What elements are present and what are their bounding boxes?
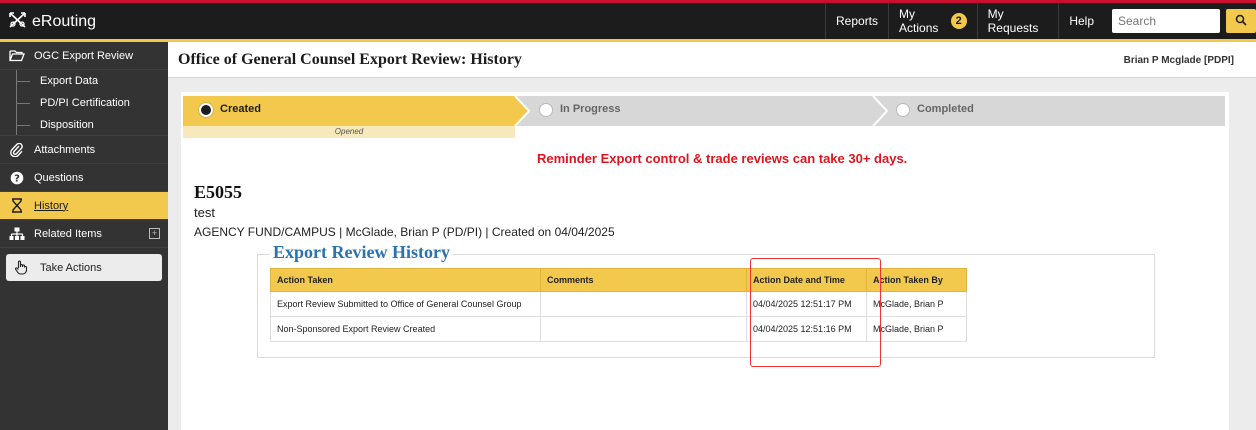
date-column-highlight-box [750, 258, 881, 367]
table-cell-comments [540, 316, 747, 342]
folder-open-icon [8, 49, 26, 62]
sitemap-icon [8, 227, 26, 241]
sidebar-subitem-export-data[interactable]: Export Data [0, 70, 168, 92]
history-title: Export Review History [270, 242, 453, 263]
sidebar-subitem-pdpi-certification[interactable]: PD/PI Certification [0, 92, 168, 114]
table-cell-by: McGlade, Brian P [866, 316, 967, 342]
title-bar: Office of General Counsel Export Review:… [168, 42, 1256, 78]
stage-completed-indicator [896, 103, 910, 117]
question-circle-icon: ? [8, 171, 26, 185]
sidebar-subitem-label: Disposition [40, 118, 94, 131]
app-name: eRouting [32, 13, 97, 30]
sidebar-subitem-disposition[interactable]: Disposition [0, 114, 168, 136]
my-actions-count-badge: 2 [950, 13, 967, 29]
table-cell-action: Export Review Submitted to Office of Gen… [270, 291, 541, 317]
stage-created-label: Created [220, 103, 261, 115]
table-cell-action: Non-Sponsored Export Review Created [270, 316, 541, 342]
paperclip-icon [8, 142, 26, 157]
stage-in-progress-label: In Progress [560, 103, 621, 115]
column-header[interactable]: Action Taken By [866, 268, 967, 292]
hourglass-icon [8, 198, 26, 213]
column-header[interactable]: Action Taken [270, 268, 541, 292]
svg-text:?: ? [14, 173, 20, 184]
workflow-progress: Created In Progress Completed [183, 96, 1225, 126]
hand-pointer-icon [14, 260, 32, 275]
nav-my-requests-label: My Requests [987, 7, 1039, 35]
sidebar-item-related-items[interactable]: Related Items + [0, 220, 168, 248]
take-actions-label: Take Actions [40, 261, 102, 274]
sidebar-item-label: OGC Export Review [34, 49, 134, 62]
take-actions-button[interactable]: Take Actions [6, 254, 162, 281]
column-header[interactable]: Comments [540, 268, 747, 292]
top-navigation: Reports My Actions 2 My Requests Help [825, 3, 1256, 39]
search-input[interactable] [1112, 9, 1220, 33]
sidebar-item-questions[interactable]: ? Questions [0, 164, 168, 192]
sidebar-item-history[interactable]: History [0, 192, 168, 220]
search-icon [1235, 14, 1247, 29]
stage-status-note: Opened [183, 126, 515, 138]
table-cell-by: McGlade, Brian P [866, 291, 967, 317]
table-cell-comments [540, 291, 747, 317]
record-description: test [194, 205, 215, 220]
main-area: Office of General Counsel Export Review:… [168, 42, 1256, 430]
sidebar-item-attachments[interactable]: Attachments [0, 136, 168, 164]
sidebar-subitem-label: PD/PI Certification [40, 97, 130, 109]
sidebar-item-label: Questions [34, 171, 84, 184]
app-brand[interactable]: eRouting [8, 9, 96, 35]
record-id: E5055 [194, 182, 243, 202]
nav-help-label: Help [1069, 14, 1094, 28]
nav-my-actions[interactable]: My Actions 2 [888, 3, 977, 39]
stage-created-indicator [199, 103, 213, 117]
nav-help[interactable]: Help [1058, 3, 1104, 39]
content-panel: Created In Progress Completed Opened Rem… [181, 92, 1229, 430]
reminder-message: Reminder Export control & trade reviews … [537, 151, 908, 166]
sidebar-item-label: History [34, 199, 69, 212]
sidebar-item-label: Related Items [34, 227, 102, 240]
page-title: Office of General Counsel Export Review:… [178, 51, 522, 68]
sidebar-item-ogc-export-review[interactable]: OGC Export Review [0, 42, 168, 70]
record-meta: AGENCY FUND/CAMPUS | McGlade, Brian P (P… [194, 225, 615, 239]
progress-track [183, 96, 1225, 126]
nav-my-requests[interactable]: My Requests [976, 3, 1059, 39]
stage-completed-label: Completed [917, 103, 974, 115]
plus-square-icon[interactable]: + [149, 228, 160, 239]
search-box [1112, 9, 1256, 33]
nav-my-actions-label: My Actions [899, 7, 939, 35]
stage-in-progress-indicator [539, 103, 553, 117]
search-button[interactable] [1226, 9, 1256, 33]
nav-reports[interactable]: Reports [825, 3, 888, 39]
nav-reports-label: Reports [836, 14, 879, 28]
sidebar: OGC Export Review Export Data PD/PI Cert… [0, 42, 168, 430]
current-user: Brian P Mcglade [PDPI] [1123, 55, 1234, 66]
crossed-arrows-icon [8, 11, 32, 34]
sidebar-item-label: Attachments [34, 143, 96, 156]
top-bar: eRouting Reports My Actions 2 My Request… [0, 0, 1256, 42]
sidebar-subitem-label: Export Data [40, 75, 99, 87]
